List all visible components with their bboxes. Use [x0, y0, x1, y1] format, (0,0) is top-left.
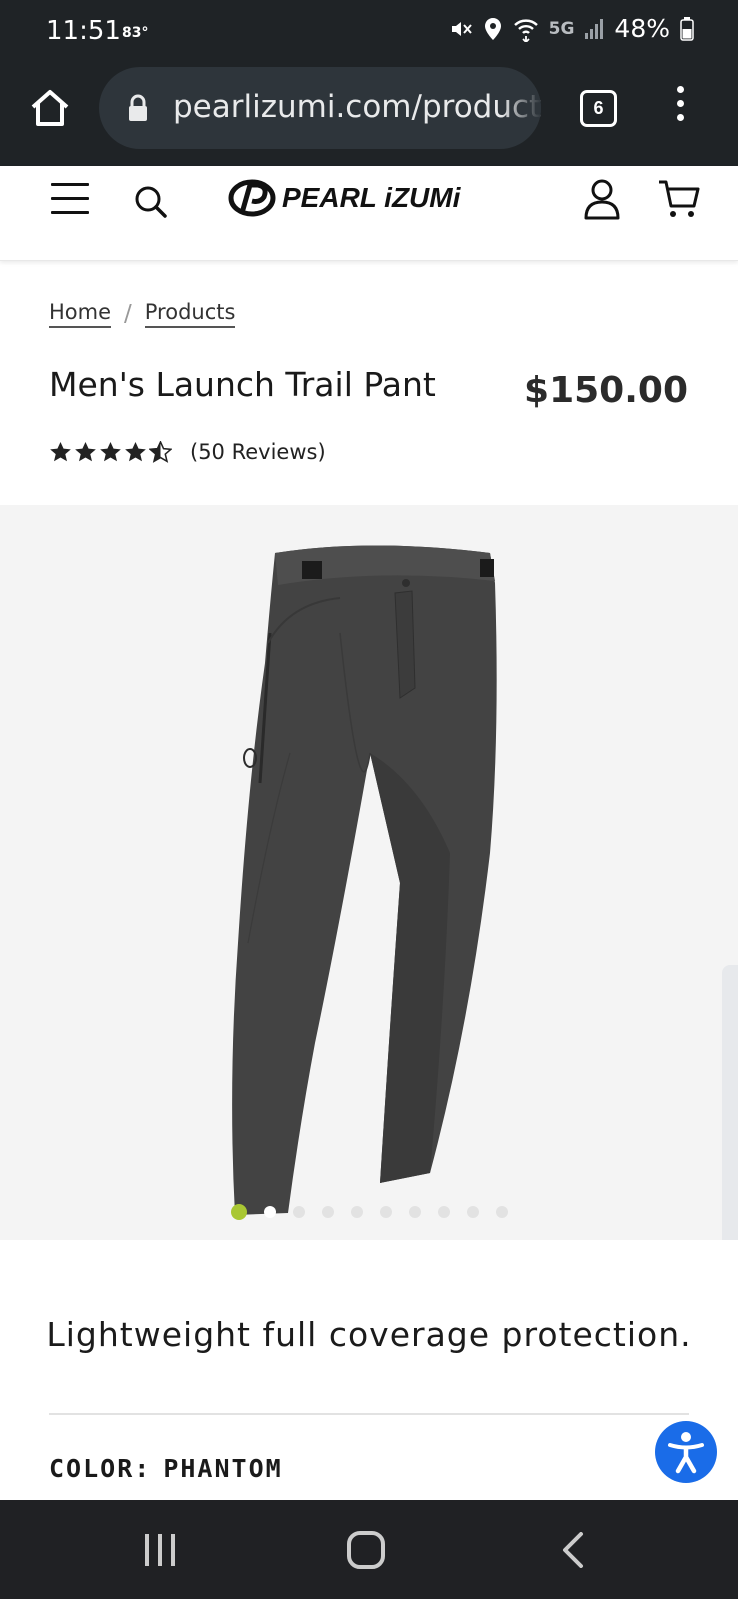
breadcrumb-home[interactable]: Home	[49, 300, 112, 328]
color-label: COLOR:	[49, 1454, 152, 1483]
star-full-icon	[75, 441, 96, 462]
status-icons: 5G 48%	[449, 14, 694, 43]
battery-percent: 48%	[614, 14, 670, 43]
gallery-dot[interactable]	[496, 1206, 508, 1218]
page-scroll-indicator	[722, 965, 738, 1240]
wifi-icon	[513, 18, 538, 42]
color-value: PHANTOM	[163, 1454, 283, 1483]
star-full-icon	[125, 441, 146, 462]
url-fade	[501, 67, 541, 149]
logo-mark-icon	[228, 179, 276, 217]
breadcrumb: Home / Products	[49, 300, 236, 328]
location-icon	[484, 17, 501, 40]
gallery-dot[interactable]	[467, 1206, 479, 1218]
star-full-icon	[100, 441, 121, 462]
site-header: PEARL iZUMi	[0, 166, 738, 261]
menu-icon[interactable]	[51, 183, 89, 217]
signal-icon	[585, 18, 604, 39]
gallery-dot[interactable]	[351, 1206, 363, 1218]
brand-logo[interactable]: PEARL iZUMi	[228, 178, 460, 218]
system-navigation-bar	[0, 1500, 738, 1599]
rating-stars	[49, 441, 172, 463]
product-image[interactable]	[220, 523, 520, 1223]
status-temperature: 83°	[122, 25, 149, 41]
network-type: 5G	[548, 18, 575, 39]
gallery-dot[interactable]	[293, 1206, 305, 1218]
browser-menu-icon[interactable]	[670, 86, 690, 132]
breadcrumb-separator: /	[124, 301, 132, 327]
status-bar: 11:51 83° 5G 48%	[0, 0, 738, 66]
status-time: 11:51	[46, 16, 121, 46]
browser-toolbar: pearlizumi.com/products 6	[0, 66, 738, 166]
search-icon[interactable]	[133, 180, 169, 220]
breadcrumb-products[interactable]: Products	[144, 300, 236, 328]
accessibility-icon	[668, 1432, 704, 1474]
accessibility-button[interactable]	[655, 1421, 717, 1483]
system-home-icon[interactable]	[347, 1531, 385, 1569]
star-half-icon	[149, 441, 172, 463]
product-image-gallery[interactable]	[0, 505, 738, 1240]
mute-icon	[451, 21, 472, 36]
lock-icon	[129, 94, 147, 121]
gallery-pagination	[231, 1204, 508, 1220]
gallery-dot[interactable]	[322, 1206, 334, 1218]
back-icon[interactable]	[561, 1532, 585, 1568]
product-title: Men's Launch Trail Pant	[49, 365, 436, 404]
screen: 11:51 83° 5G 48% pearlizumi.com/products…	[0, 0, 738, 1599]
gallery-dot[interactable]	[409, 1206, 421, 1218]
account-icon[interactable]	[583, 178, 621, 220]
gallery-dot[interactable]	[438, 1206, 450, 1218]
product-tagline: Lightweight full coverage protection.	[46, 1315, 692, 1354]
recent-apps-icon[interactable]	[143, 1532, 177, 1568]
browser-home-icon[interactable]	[28, 86, 72, 130]
gallery-dot[interactable]	[380, 1206, 392, 1218]
rating[interactable]: (50 Reviews)	[49, 440, 326, 464]
gallery-dot[interactable]	[264, 1206, 276, 1218]
gallery-dot[interactable]	[231, 1204, 247, 1220]
star-full-icon	[50, 441, 71, 462]
divider	[49, 1413, 689, 1415]
battery-icon	[680, 16, 694, 41]
reviews-link[interactable]: (50 Reviews)	[190, 440, 326, 464]
url-text: pearlizumi.com/products	[173, 89, 541, 125]
logo-text: PEARL iZUMi	[282, 182, 461, 213]
color-selector-label: COLOR: PHANTOM	[49, 1454, 283, 1483]
tab-switcher-button[interactable]: 6	[580, 90, 617, 127]
url-bar[interactable]: pearlizumi.com/products	[99, 67, 541, 149]
cart-icon[interactable]	[657, 178, 701, 220]
product-price: $150.00	[524, 370, 688, 411]
